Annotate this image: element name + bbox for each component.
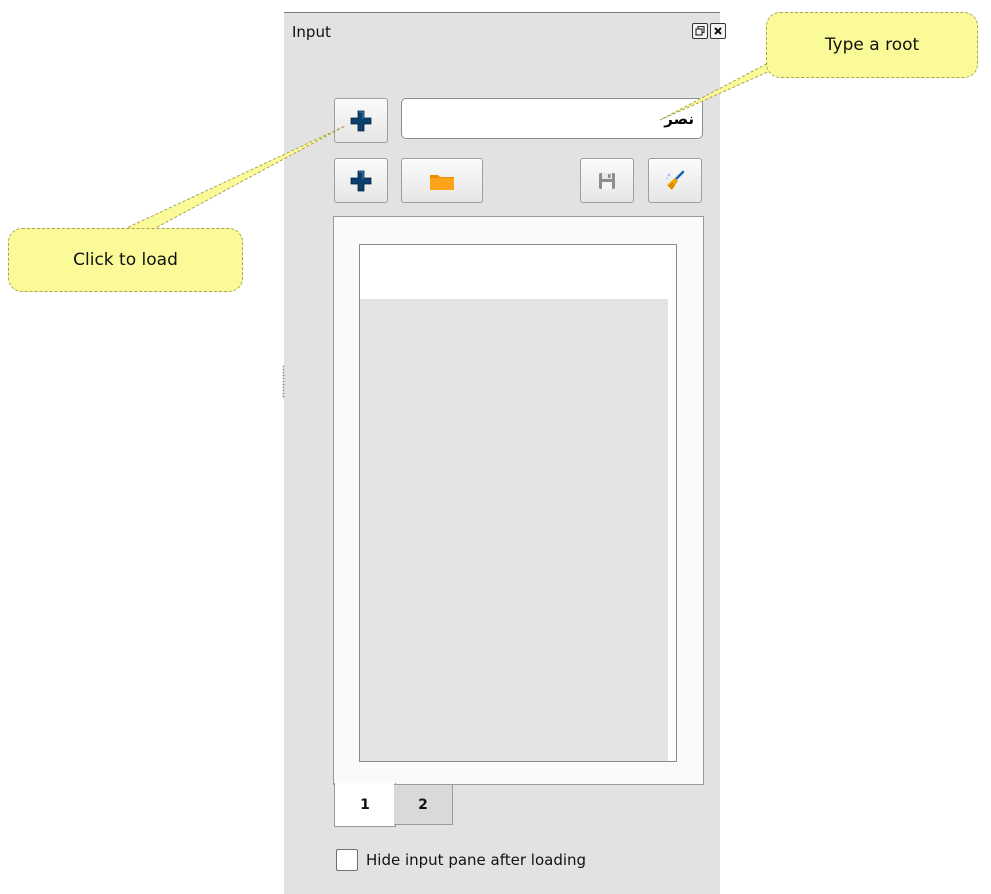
- roots-list[interactable]: [359, 244, 677, 762]
- hide-pane-label: Hide input pane after loading: [366, 851, 587, 869]
- callout-type-root: Type a root: [766, 12, 978, 78]
- float-icon[interactable]: [692, 23, 708, 39]
- hide-pane-checkbox[interactable]: [336, 849, 358, 871]
- callout-type-root-text: Type a root: [824, 35, 920, 55]
- tab-content: [333, 216, 704, 785]
- add-button[interactable]: [334, 158, 388, 203]
- close-icon[interactable]: [710, 23, 726, 39]
- plus-icon: [350, 170, 372, 191]
- callout-click-load-text: Click to load: [73, 250, 178, 270]
- folder-icon: [430, 174, 454, 190]
- input-dock-panel: Input نصر 1 2 Hide input pane after load…: [284, 12, 726, 894]
- clear-button[interactable]: [648, 158, 702, 203]
- open-file-button[interactable]: [401, 158, 483, 203]
- root-input[interactable]: [401, 98, 703, 139]
- dock-splitter-handle[interactable]: [282, 365, 285, 399]
- tab-1-label: 1: [360, 796, 370, 813]
- floppy-disk-icon: [599, 172, 615, 189]
- broom-icon: [666, 170, 685, 190]
- tab-2-label: 2: [418, 796, 428, 813]
- tab-2[interactable]: 2: [394, 784, 453, 825]
- panel-title: Input: [292, 23, 331, 41]
- hide-pane-option[interactable]: Hide input pane after loading: [336, 849, 586, 871]
- callout-click-load: Click to load: [8, 228, 243, 292]
- tab-1[interactable]: 1: [334, 783, 396, 827]
- plus-icon: [350, 110, 372, 131]
- load-root-button[interactable]: [334, 98, 388, 143]
- list-area: [360, 299, 668, 761]
- save-button[interactable]: [580, 158, 634, 203]
